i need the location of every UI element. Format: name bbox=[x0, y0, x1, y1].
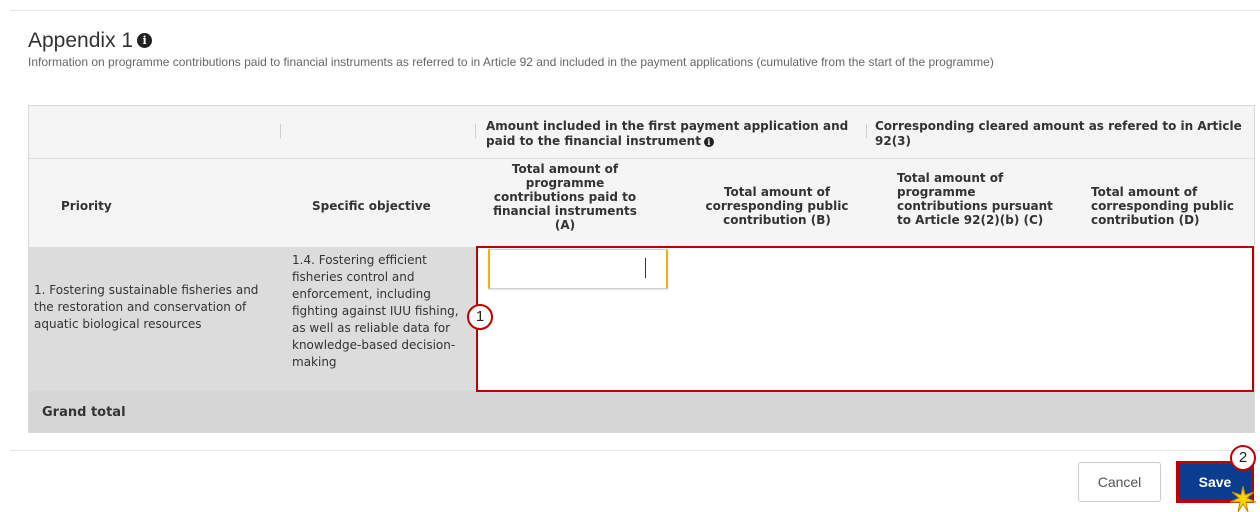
grand-total-label: Grand total bbox=[42, 405, 126, 420]
callout-1: 1 bbox=[467, 304, 493, 330]
footer-divider bbox=[10, 450, 1260, 451]
page-subtitle: Information on programme contributions p… bbox=[28, 55, 994, 69]
table-row: 1. Fostering sustainable fisheries and t… bbox=[29, 247, 477, 391]
priority-cell: 1. Fostering sustainable fisheries and t… bbox=[34, 283, 259, 331]
group-header-cleared: Corresponding cleared amount as refered … bbox=[875, 119, 1242, 148]
group-header-row: Amount included in the first payment app… bbox=[29, 106, 1254, 159]
column-header-row: Priority Specific objective Total amount… bbox=[29, 159, 1254, 247]
page-title-text: Appendix 1 bbox=[28, 29, 134, 52]
group-header-first-payment-text: Amount included in the first payment app… bbox=[486, 119, 849, 148]
specific-objective-cell: 1.4. Fostering efficient fisheries contr… bbox=[292, 253, 459, 369]
callout-2: 2 bbox=[1230, 445, 1256, 471]
grand-total-row: Grand total bbox=[29, 391, 1254, 432]
column-header-b[interactable]: Total amount of corresponding public con… bbox=[697, 185, 857, 227]
page-title: Appendix 1i bbox=[28, 29, 153, 53]
column-header-priority[interactable]: Priority bbox=[61, 199, 112, 213]
highlight-box bbox=[476, 246, 1254, 392]
column-header-c[interactable]: Total amount of programme contributions … bbox=[897, 171, 1057, 227]
top-divider bbox=[10, 10, 1260, 11]
header-separator bbox=[280, 124, 281, 138]
column-header-d[interactable]: Total amount of corresponding public con… bbox=[1091, 185, 1251, 227]
column-header-specific-objective[interactable]: Specific objective bbox=[312, 199, 431, 213]
info-icon[interactable]: i bbox=[703, 137, 714, 147]
column-header-a[interactable]: Total amount of programme contributions … bbox=[486, 162, 644, 232]
header-separator bbox=[475, 124, 476, 138]
cancel-button[interactable]: Cancel bbox=[1078, 462, 1161, 502]
info-icon[interactable]: i bbox=[137, 33, 153, 48]
click-burst-icon bbox=[1230, 486, 1256, 512]
group-header-first-payment: Amount included in the first payment app… bbox=[486, 119, 864, 149]
header-separator bbox=[866, 124, 867, 138]
